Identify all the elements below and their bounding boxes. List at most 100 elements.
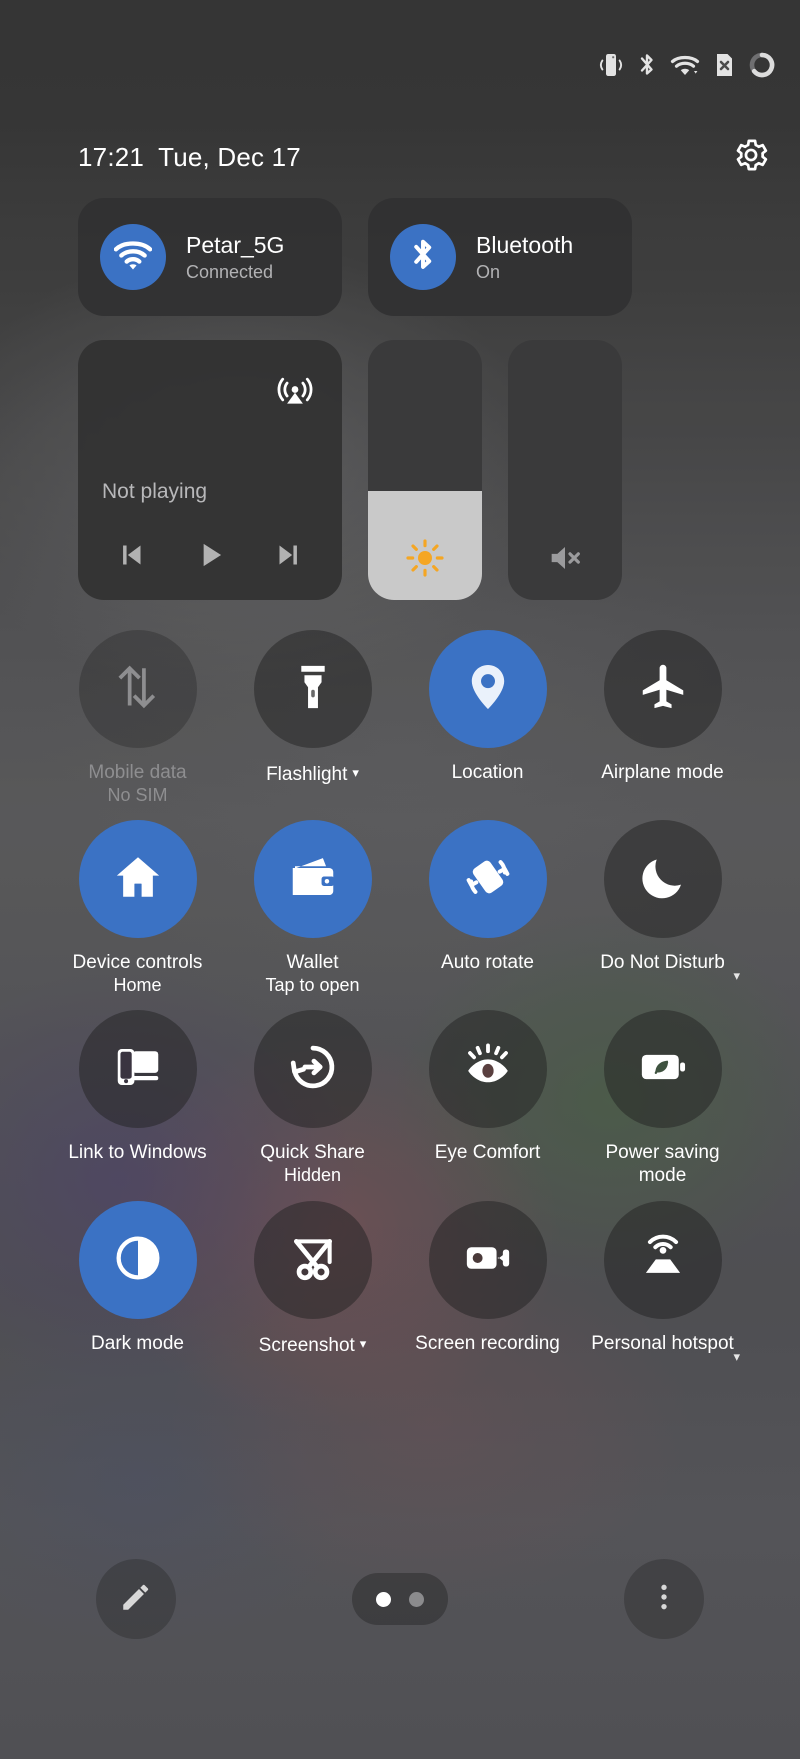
wifi-toggle-icon-circle[interactable] [100, 224, 166, 290]
tile-personal-hotspot-toggle[interactable] [603, 1201, 722, 1319]
tile-screen-recording-toggle[interactable] [428, 1201, 547, 1319]
tile-auto-rotate-label: Auto rotate [441, 952, 534, 973]
tile-screen-recording-label: Screen recording [415, 1333, 560, 1354]
tile-screen-recording[interactable]: Screen recording [400, 1201, 575, 1363]
mobile-data-icon [111, 660, 165, 719]
tile-link-to-windows[interactable]: Link to Windows [50, 1010, 225, 1193]
tile-device-controls[interactable]: Device controls Home [50, 820, 225, 1002]
auto-rotate-icon [461, 850, 515, 909]
flashlight-icon [286, 660, 340, 719]
tile-link-to-windows-toggle[interactable] [78, 1010, 197, 1128]
volume-slider[interactable] [508, 340, 622, 600]
tile-screenshot-toggle[interactable] [253, 1201, 372, 1319]
tile-power-saving-mode-toggle[interactable] [603, 1010, 722, 1128]
tile-flashlight-chevron-down-icon[interactable]: ▾ [352, 765, 359, 780]
tile-mobile-data-sublabel: No SIM [107, 785, 168, 805]
brightness-slider[interactable] [368, 340, 482, 600]
tile-mobile-data-toggle[interactable] [78, 630, 197, 748]
wifi-icon [113, 238, 153, 277]
media-transport-controls [78, 536, 342, 574]
wallet-icon [286, 850, 340, 909]
tile-device-controls-sublabel: Home [113, 975, 162, 995]
tile-airplane-mode-toggle[interactable] [603, 630, 722, 748]
tile-device-controls-toggle[interactable] [78, 820, 197, 938]
connectivity-cards: Petar_5G Connected Bluetooth On [78, 198, 632, 316]
tile-dark-mode-label: Dark mode [91, 1333, 184, 1354]
tile-personal-hotspot-label: Personal hotspot [591, 1333, 734, 1354]
tile-dark-mode-toggle[interactable] [78, 1201, 197, 1319]
clock-date[interactable]: Tue, Dec 17 [158, 142, 301, 173]
page-dot-2[interactable] [409, 1591, 424, 1607]
clock-and-date[interactable]: 17:21 Tue, Dec 17 [78, 142, 301, 173]
video-camera-icon [461, 1231, 515, 1290]
previous-track-button[interactable] [112, 536, 150, 574]
bluetooth-status: On [476, 261, 501, 282]
home-icon [111, 850, 165, 909]
volume-mute-icon [508, 538, 622, 578]
play-button[interactable] [191, 536, 229, 574]
tile-personal-hotspot-chevron-down-icon[interactable]: ▾ [733, 1349, 740, 1365]
tile-eye-comfort-label: Eye Comfort [434, 1142, 541, 1163]
panel-bottom-bar [0, 1557, 800, 1641]
hotspot-icon [636, 1231, 690, 1290]
tile-link-to-windows-label: Link to Windows [68, 1142, 207, 1163]
tile-wallet[interactable]: Wallet Tap to open [225, 820, 400, 1002]
page-indicator[interactable] [352, 1573, 448, 1625]
media-player-card[interactable]: Not playing [78, 340, 342, 600]
tile-mobile-data[interactable]: Mobile data No SIM [50, 630, 225, 812]
tile-do-not-disturb-label: Do Not Disturb [600, 952, 725, 973]
wifi-card[interactable]: Petar_5G Connected [78, 198, 342, 316]
tile-personal-hotspot[interactable]: Personal hotspot ▾ [575, 1201, 750, 1365]
tile-quick-share-sublabel: Hidden [283, 1165, 342, 1185]
edit-tiles-button[interactable] [96, 1559, 176, 1639]
tile-screenshot[interactable]: Screenshot ▾ [225, 1201, 400, 1363]
tile-eye-comfort[interactable]: Eye Comfort [400, 1010, 575, 1193]
tile-flashlight-toggle[interactable] [253, 630, 372, 748]
tile-do-not-disturb[interactable]: Do Not Disturb ▾ [575, 820, 750, 1002]
media-status-text: Not playing [102, 480, 208, 503]
tile-mobile-data-label: Mobile data [88, 762, 187, 783]
no-sim-icon [712, 51, 736, 79]
tile-wallet-toggle[interactable] [253, 820, 372, 938]
tile-power-saving-mode[interactable]: Power saving mode [575, 1010, 750, 1193]
wifi-ssid: Petar_5G [186, 231, 285, 258]
tile-eye-comfort-toggle[interactable] [428, 1010, 547, 1128]
tile-wallet-sublabel: Tap to open [265, 975, 360, 995]
quick-share-icon [286, 1040, 340, 1099]
tile-location[interactable]: Location [400, 630, 575, 812]
clock-time[interactable]: 17:21 [78, 142, 144, 173]
wifi-card-text: Petar_5G Connected [186, 232, 284, 283]
tile-quick-share[interactable]: Quick Share Hidden [225, 1010, 400, 1193]
screenshot-scissors-icon [286, 1231, 340, 1290]
tile-location-toggle[interactable] [428, 630, 547, 748]
tile-quick-share-toggle[interactable] [253, 1010, 372, 1128]
tile-do-not-disturb-chevron-down-icon[interactable]: ▾ [733, 968, 740, 984]
eye-comfort-icon [461, 1040, 515, 1099]
bluetooth-toggle-icon-circle[interactable] [390, 224, 456, 290]
cast-icon[interactable] [276, 372, 314, 415]
tile-quick-share-label: Quick Share [260, 1142, 365, 1163]
battery-circle-icon [748, 51, 776, 79]
page-dot-1[interactable] [376, 1591, 391, 1607]
tile-airplane-mode[interactable]: Airplane mode [575, 630, 750, 812]
tile-dark-mode[interactable]: Dark mode [50, 1201, 225, 1363]
bluetooth-card[interactable]: Bluetooth On [368, 198, 632, 316]
status-bar [0, 0, 800, 130]
tile-do-not-disturb-toggle[interactable] [603, 820, 722, 938]
tile-flashlight-label: Flashlight ▾ [266, 764, 359, 785]
tile-flashlight[interactable]: Flashlight ▾ [225, 630, 400, 812]
tile-screenshot-label: Screenshot ▾ [258, 1335, 367, 1356]
tile-airplane-mode-label: Airplane mode [601, 762, 724, 783]
tile-auto-rotate[interactable]: Auto rotate [400, 820, 575, 1002]
tile-screenshot-chevron-down-icon[interactable]: ▾ [360, 1336, 367, 1351]
next-track-button[interactable] [270, 536, 308, 574]
vibrate-icon [598, 51, 624, 79]
tile-power-saving-mode-label: Power saving mode [605, 1142, 720, 1186]
settings-button[interactable] [728, 134, 774, 180]
more-options-button[interactable] [624, 1559, 704, 1639]
location-pin-icon [461, 660, 515, 719]
wifi-status: Connected [186, 261, 274, 282]
quick-settings-tile-grid: Mobile data No SIM Flashlight ▾ Location Airp… [50, 630, 750, 1365]
power-saving-icon [636, 1040, 690, 1099]
tile-auto-rotate-toggle[interactable] [428, 820, 547, 938]
